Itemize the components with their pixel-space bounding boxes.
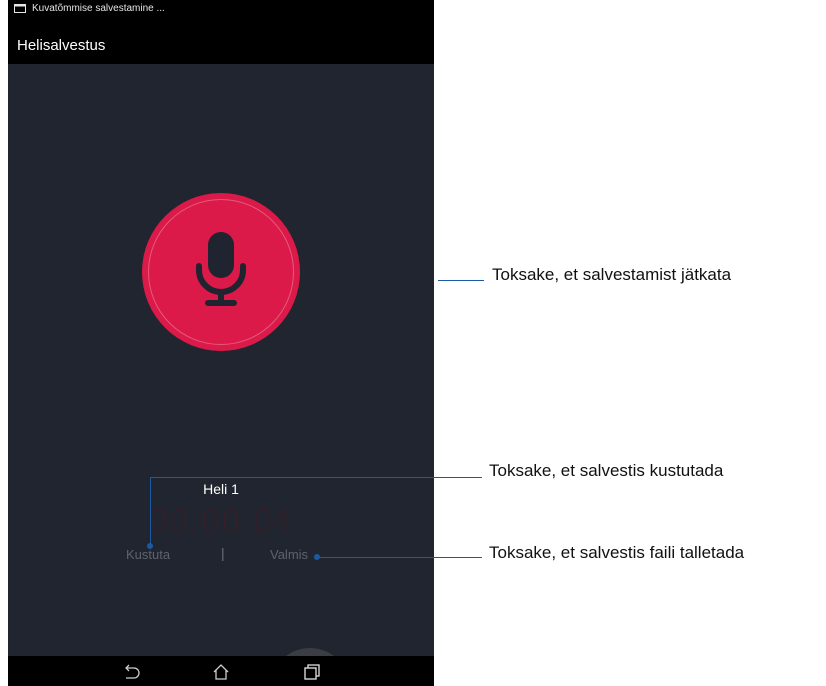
delete-callout-line-horizontal: [150, 477, 482, 478]
delete-callout-line-vertical: [150, 477, 151, 546]
record-callout: Toksake, et salvestamist jätkata: [492, 265, 732, 284]
delete-callout: Toksake, et salvestis kustutada: [489, 461, 724, 480]
microphone-icon: [196, 232, 246, 306]
done-button[interactable]: Valmis: [270, 547, 308, 562]
delete-button[interactable]: Kustuta: [126, 547, 170, 562]
recording-file-name: Heli 1: [203, 481, 239, 497]
status-notification-text: Kuvatõmmise salvestamine ...: [32, 3, 165, 14]
navigation-bar: [8, 656, 434, 686]
device-screen: Kuvatõmmise salvestamine ... Helisalvest…: [8, 0, 434, 686]
delete-callout-dot: [147, 543, 153, 549]
image-notification-icon: [14, 4, 26, 13]
back-icon[interactable]: [121, 662, 141, 682]
recent-apps-icon[interactable]: [302, 662, 322, 682]
done-callout-line: [318, 557, 482, 558]
record-callout-line: [438, 280, 484, 281]
action-divider: |: [221, 545, 225, 561]
status-bar: Kuvatõmmise salvestamine ...: [8, 0, 434, 18]
done-callout: Toksake, et salvestis faili talletada: [489, 543, 745, 562]
app-bar: Helisalvestus: [8, 18, 434, 64]
recording-timer: 00:00:04: [149, 505, 293, 540]
home-icon[interactable]: [211, 662, 231, 682]
record-button[interactable]: [142, 193, 300, 351]
page-title: Helisalvestus: [17, 37, 106, 54]
